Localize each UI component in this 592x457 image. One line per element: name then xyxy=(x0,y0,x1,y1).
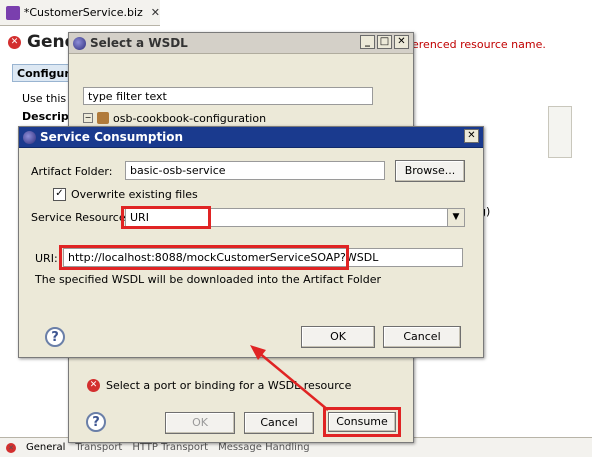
annotation-arrow xyxy=(250,345,329,411)
